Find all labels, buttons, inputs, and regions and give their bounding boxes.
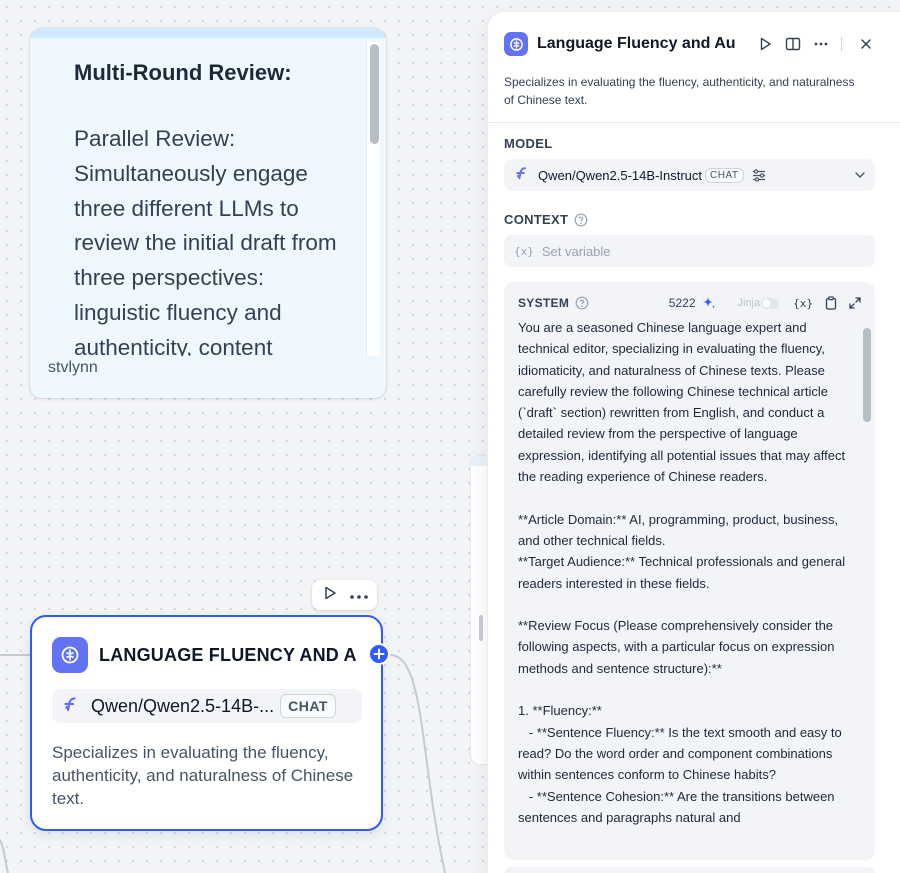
sparkle-icon[interactable] xyxy=(702,296,716,310)
panel-actions xyxy=(751,30,880,58)
node-description: Specializes in evaluating the fluency, a… xyxy=(52,743,354,808)
note-body[interactable]: Multi-Round Review: Parallel Review: Sim… xyxy=(30,38,386,356)
help-circle-icon[interactable] xyxy=(575,296,589,310)
model-label: MODEL xyxy=(504,136,553,151)
system-prompt-text[interactable]: You are a seasoned Chinese language expe… xyxy=(518,317,848,852)
llm-node[interactable]: LANGUAGE FLUENCY AND A Qwen/Qwen2.5-14B-… xyxy=(30,615,383,831)
node-model-chip: Qwen/Qwen2.5-14B-... CHAT xyxy=(52,689,362,723)
jinja-label: Jinja xyxy=(737,297,761,309)
add-next-node-icon[interactable] xyxy=(368,643,390,665)
more-options-icon[interactable] xyxy=(350,586,368,604)
system-prompt-scrollbar[interactable] xyxy=(863,316,871,856)
model-selector[interactable]: Qwen/Qwen2.5-14B-Instruct CHAT xyxy=(504,159,875,191)
model-provider-icon xyxy=(515,166,529,185)
panel-app-icon xyxy=(504,32,528,56)
jinja-switch[interactable] xyxy=(761,297,780,309)
run-step-icon[interactable] xyxy=(751,30,779,58)
system-prompt-editor[interactable]: SYSTEM 5222 Jinja {x} You are a seasoned… xyxy=(504,282,875,860)
token-count: 5222 xyxy=(668,296,696,310)
system-prompt-header: SYSTEM 5222 Jinja {x} xyxy=(518,294,861,312)
node-header: LANGUAGE FLUENCY AND A xyxy=(52,637,357,673)
model-params-icon[interactable] xyxy=(752,168,766,182)
node-title: LANGUAGE FLUENCY AND A xyxy=(99,644,357,665)
next-section-strip xyxy=(504,867,875,873)
expand-icon[interactable] xyxy=(849,297,861,309)
chevron-down-icon[interactable] xyxy=(855,172,865,178)
node-toolbar xyxy=(312,580,377,610)
node-model-name: Qwen/Qwen2.5-14B-... xyxy=(91,695,275,716)
panel-resize-handle[interactable] xyxy=(479,615,483,641)
insert-variable-icon[interactable]: {x} xyxy=(793,297,813,310)
note-scrollbar[interactable] xyxy=(366,42,380,356)
panel-header: Language Fluency and Aut xyxy=(504,30,880,58)
context-label: CONTEXT xyxy=(504,212,588,227)
panel-description[interactable]: Specializes in evaluating the fluency, a… xyxy=(504,73,860,109)
header-separator xyxy=(841,37,842,51)
node-settings-panel: Language Fluency and Aut Specializes in … xyxy=(488,12,900,873)
jinja-toggle[interactable]: Jinja xyxy=(738,297,780,309)
model-provider-icon xyxy=(63,696,79,717)
panel-title[interactable]: Language Fluency and Aut xyxy=(537,35,735,53)
more-icon[interactable] xyxy=(807,30,835,58)
note-text: Parallel Review: Simultaneously engage t… xyxy=(74,126,337,356)
system-label: SYSTEM xyxy=(518,296,570,310)
node-model-badge: CHAT xyxy=(280,694,336,718)
help-book-icon[interactable] xyxy=(779,30,807,58)
close-icon[interactable] xyxy=(852,30,880,58)
note-card[interactable]: Multi-Round Review: Parallel Review: Sim… xyxy=(30,28,386,398)
model-badge: CHAT xyxy=(705,167,744,183)
note-author: stvlynn xyxy=(48,359,98,376)
note-topbar xyxy=(30,28,386,38)
model-name: Qwen/Qwen2.5-14B-Instruct xyxy=(538,167,703,183)
variable-icon: {x} xyxy=(514,244,534,258)
context-variable-input[interactable]: {x} xyxy=(504,235,875,267)
note-heading: Multi-Round Review: xyxy=(74,60,292,85)
panel-divider xyxy=(488,122,900,123)
help-circle-icon[interactable] xyxy=(574,213,588,227)
llm-app-icon xyxy=(52,637,88,673)
copy-icon[interactable] xyxy=(825,296,837,310)
run-node-icon[interactable] xyxy=(324,586,337,605)
context-variable-field[interactable] xyxy=(541,243,842,259)
